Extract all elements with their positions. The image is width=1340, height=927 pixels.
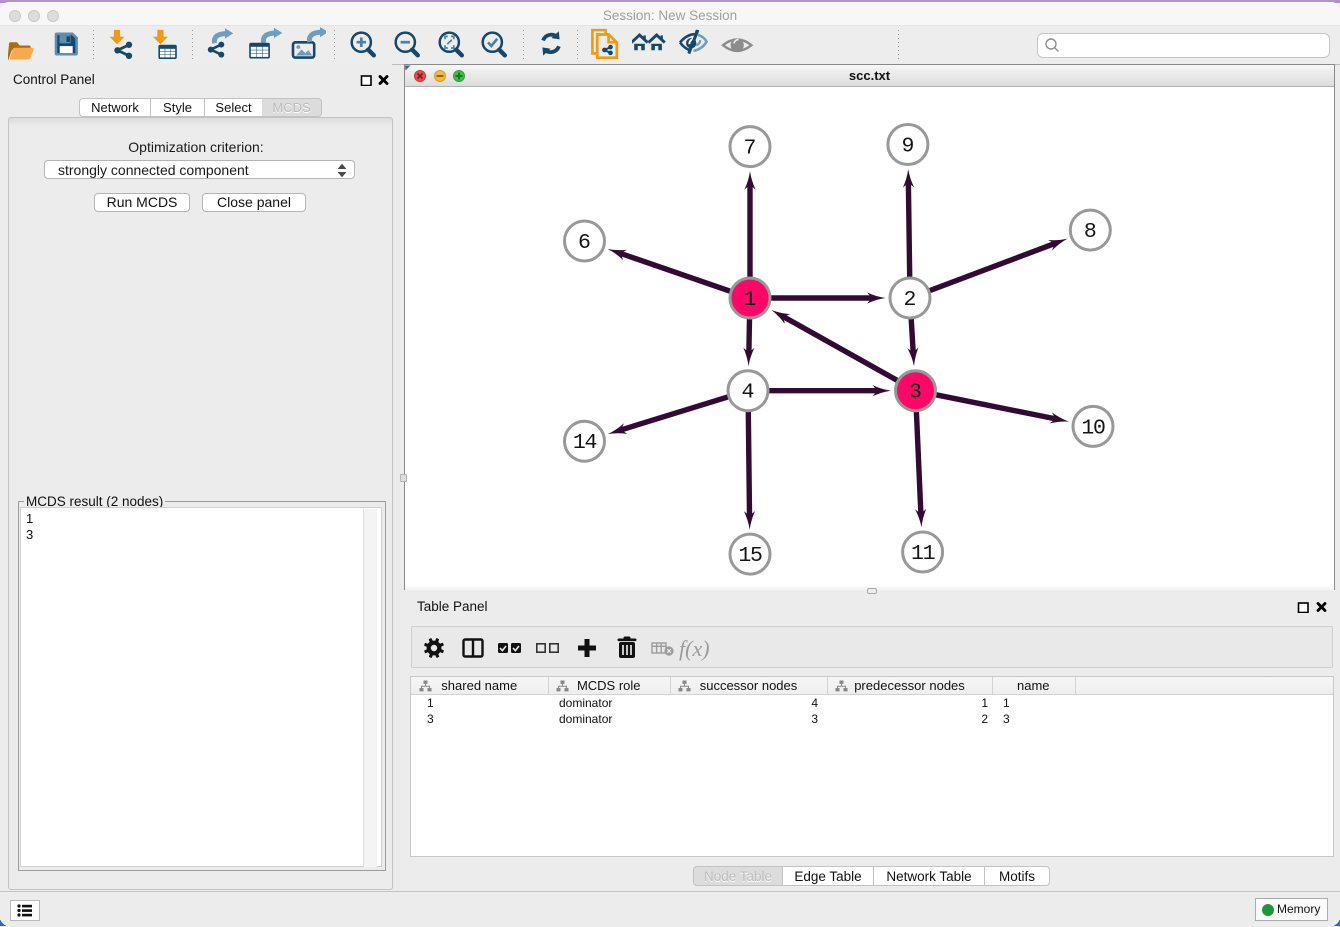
svg-text:6: 6 (578, 231, 591, 255)
svg-text:1: 1 (744, 288, 757, 312)
svg-text:7: 7 (744, 137, 757, 161)
svg-text:10: 10 (1081, 416, 1105, 440)
svg-text:15: 15 (738, 544, 762, 568)
svg-text:9: 9 (901, 135, 914, 159)
svg-text:4: 4 (742, 381, 755, 405)
svg-text:3: 3 (909, 381, 922, 405)
svg-text:14: 14 (573, 431, 597, 455)
svg-text:f(x): f(x) (679, 636, 710, 661)
svg-text:8: 8 (1084, 220, 1097, 244)
svg-text:2: 2 (904, 288, 917, 312)
svg-text:11: 11 (911, 542, 935, 566)
